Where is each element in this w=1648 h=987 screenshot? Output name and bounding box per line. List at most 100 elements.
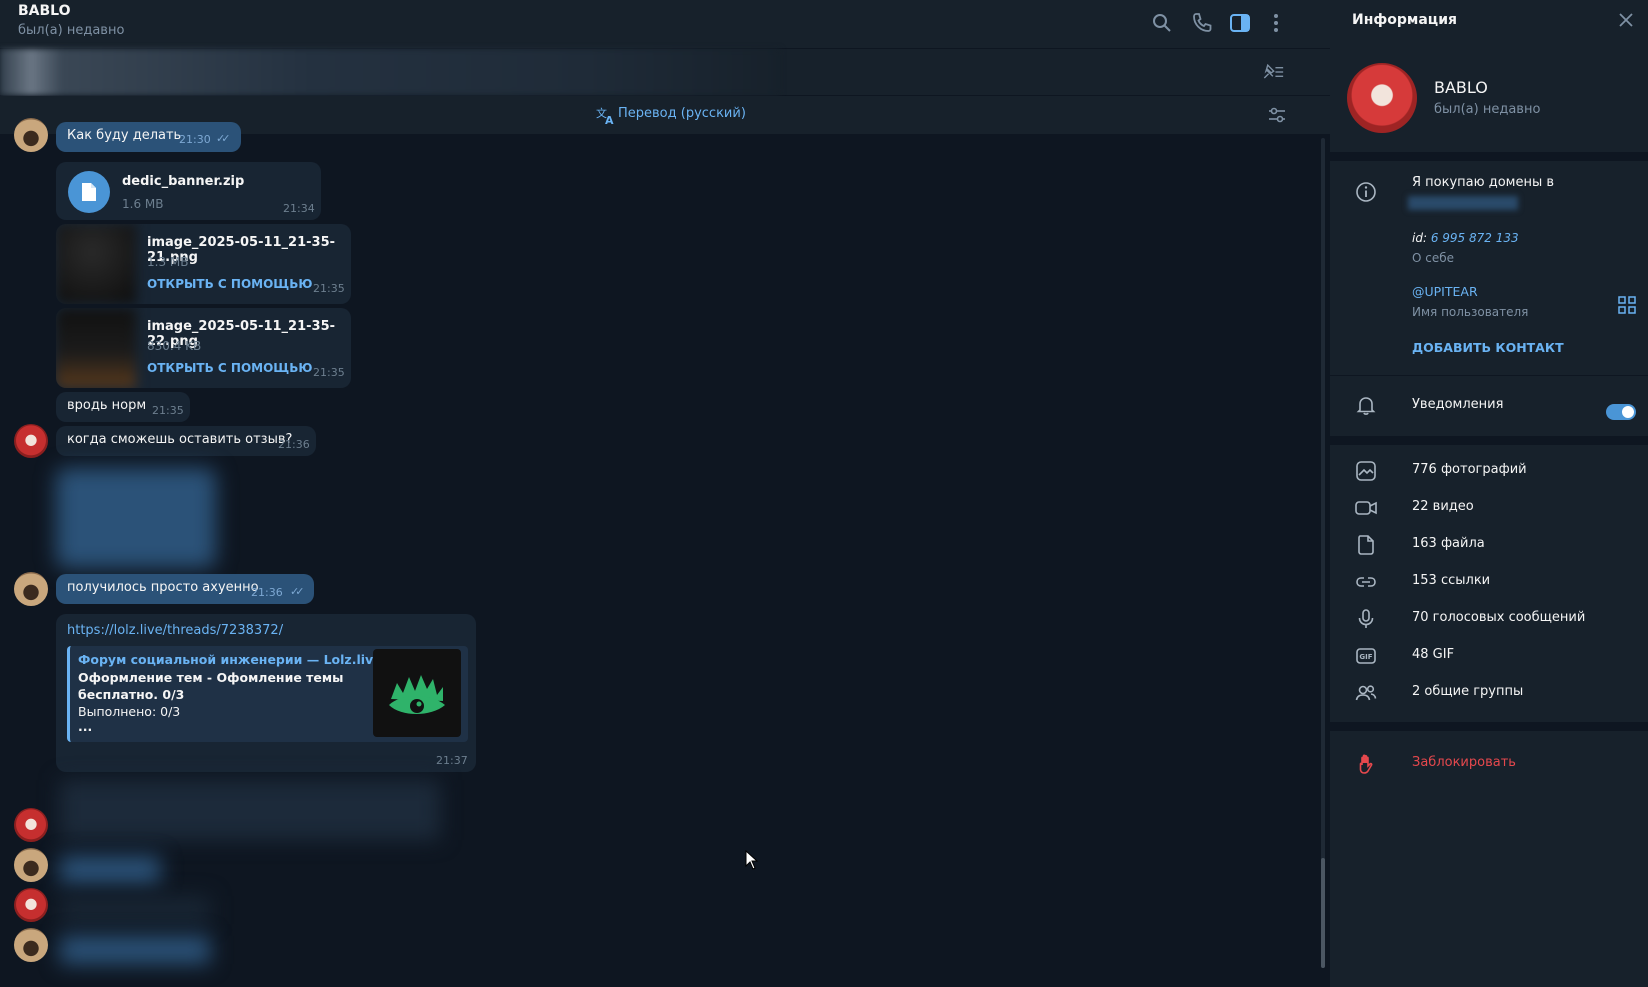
blurred-image-message[interactable] [56,468,216,568]
file-size: 830.4 KB [147,339,202,353]
info-panel-title: Информация [1352,12,1457,28]
translate-label[interactable]: Перевод (русский) [618,106,746,121]
notifications-label: Уведомления [1412,397,1504,412]
bio-text[interactable]: Я покупаю домены в [1412,175,1554,190]
message-bubble[interactable]: когда сможешь оставить отзыв? 21:36 [56,426,316,456]
blurred-message[interactable] [60,856,160,884]
sidebar-toggle-icon[interactable] [1228,11,1252,35]
avatar[interactable] [14,808,48,842]
block-user-button[interactable]: Заблокировать [1412,755,1516,770]
avatar[interactable] [14,848,48,882]
divider [1330,436,1648,445]
blurred-message[interactable] [60,896,210,924]
message-time: 21:37 [436,754,468,767]
avatar[interactable] [14,118,48,152]
bell-icon [1356,397,1376,415]
message-text: получилось просто ахуенно [67,580,259,595]
media-voice[interactable]: 70 голосовых сообщений [1412,610,1585,625]
bio-blurred-link[interactable] [1408,196,1518,210]
chat-area: BABLO был(а) недавно 文 A Перевод (русски… [0,0,1330,987]
avatar[interactable] [14,424,48,458]
file-name[interactable]: dedic_banner.zip [122,174,244,189]
info-icon [1356,182,1376,202]
file-icon[interactable] [68,171,110,213]
file-message[interactable]: dedic_banner.zip 1.6 MB 21:34 [56,162,321,220]
username[interactable]: @UPITEAR [1412,284,1478,299]
svg-text:A: A [605,114,614,125]
mouse-cursor-icon [745,850,759,870]
preview-description: бесплатно. 0/3 [78,687,185,702]
pin-list-icon[interactable] [1260,60,1284,84]
link-preview[interactable]: Форум социальной инженерии — Lolz.live..… [67,646,468,742]
preview-image[interactable] [373,649,461,737]
message-time: 21:35 [313,282,345,295]
bio-caption: О себе [1412,251,1455,265]
image-file-message[interactable]: image_2025-05-11_21-35-21.png 1.3 MB ОТК… [56,224,351,304]
profile-name: BABLO [1434,78,1488,97]
link-message[interactable]: https://lolz.live/threads/7238372/ Форум… [56,614,476,772]
image-file-message[interactable]: image_2025-05-11_21-35-22.png 830.4 KB О… [56,308,351,388]
translate-settings-icon[interactable] [1266,104,1288,126]
image-thumbnail[interactable] [56,224,136,304]
add-contact-button[interactable]: ДОБАВИТЬ КОНТАКТ [1412,340,1564,355]
pinned-message-blurred [0,49,780,95]
pinned-message-bar[interactable] [0,49,1330,95]
svg-text:GIF: GIF [1359,653,1372,661]
profile-avatar[interactable] [1347,63,1417,133]
chat-title[interactable]: BABLO [18,3,71,19]
message-time: 21:35 [313,366,345,379]
lolz-logo-icon [389,675,445,714]
avatar[interactable] [14,888,48,922]
username-caption: Имя пользователя [1412,305,1529,319]
user-id[interactable]: id: 6 995 872 133 [1412,231,1519,245]
divider [1330,722,1648,731]
message-bubble[interactable]: получилось просто ахуенно 21:36 ✓✓ [56,574,314,604]
chat-status: был(а) недавно [18,23,125,38]
chat-header[interactable]: BABLO был(а) недавно [0,0,1330,48]
message-time: 21:36 [278,438,310,451]
media-groups[interactable]: 2 общие группы [1412,684,1523,699]
chat-scrollbar-thumb[interactable] [1321,858,1325,968]
message-time: 21:30 [179,133,211,146]
message-time: 21:36 [251,586,283,599]
preview-site-title: Форум социальной инженерии — Lolz.live..… [78,652,396,667]
message-text: Как буду делать [67,128,182,143]
open-with-button[interactable]: ОТКРЫТЬ С ПОМОЩЬЮ [147,361,312,375]
group-icon [1355,685,1377,701]
phone-icon[interactable] [1190,11,1214,35]
translate-icon: 文 A [596,106,614,125]
message-bubble[interactable]: Как буду делать 21:30 ✓✓ [56,122,241,152]
message-text: когда сможешь оставить отзыв? [67,432,293,447]
qr-icon[interactable] [1618,296,1636,314]
avatar[interactable] [14,572,48,606]
message-time: 21:35 [152,404,184,417]
close-icon[interactable] [1618,12,1634,28]
file-size: 1.3 MB [147,255,189,269]
chat-scrollbar[interactable] [1321,138,1325,968]
photo-icon [1356,461,1376,481]
file-size: 1.6 MB [122,197,164,211]
blurred-message[interactable] [60,780,440,840]
search-icon[interactable] [1150,11,1174,35]
avatar[interactable] [14,928,48,962]
message-link[interactable]: https://lolz.live/threads/7238372/ [67,623,283,638]
user-id-label: id: [1412,231,1427,245]
image-thumbnail[interactable] [56,308,136,388]
read-ticks-icon: ✓✓ [290,585,305,598]
file-icon [1358,535,1374,555]
blurred-message[interactable] [60,936,210,964]
user-id-value[interactable]: 6 995 872 133 [1431,231,1519,245]
link-icon [1356,577,1376,587]
toggle-knob [1621,405,1635,419]
message-text: вродь норм [67,398,147,413]
media-links[interactable]: 153 ссылки [1412,573,1490,588]
open-with-button[interactable]: ОТКРЫТЬ С ПОМОЩЬЮ [147,277,312,291]
notifications-toggle[interactable] [1606,404,1636,420]
media-gif[interactable]: 48 GIF [1412,647,1454,662]
media-photos[interactable]: 776 фотографий [1412,462,1527,477]
info-panel: Информация BABLO был(а) недавно Я покупа… [1330,0,1648,987]
message-bubble[interactable]: вродь норм 21:35 [56,392,190,422]
media-files[interactable]: 163 файла [1412,536,1485,551]
more-vert-icon[interactable] [1264,11,1288,35]
media-videos[interactable]: 22 видео [1412,499,1474,514]
